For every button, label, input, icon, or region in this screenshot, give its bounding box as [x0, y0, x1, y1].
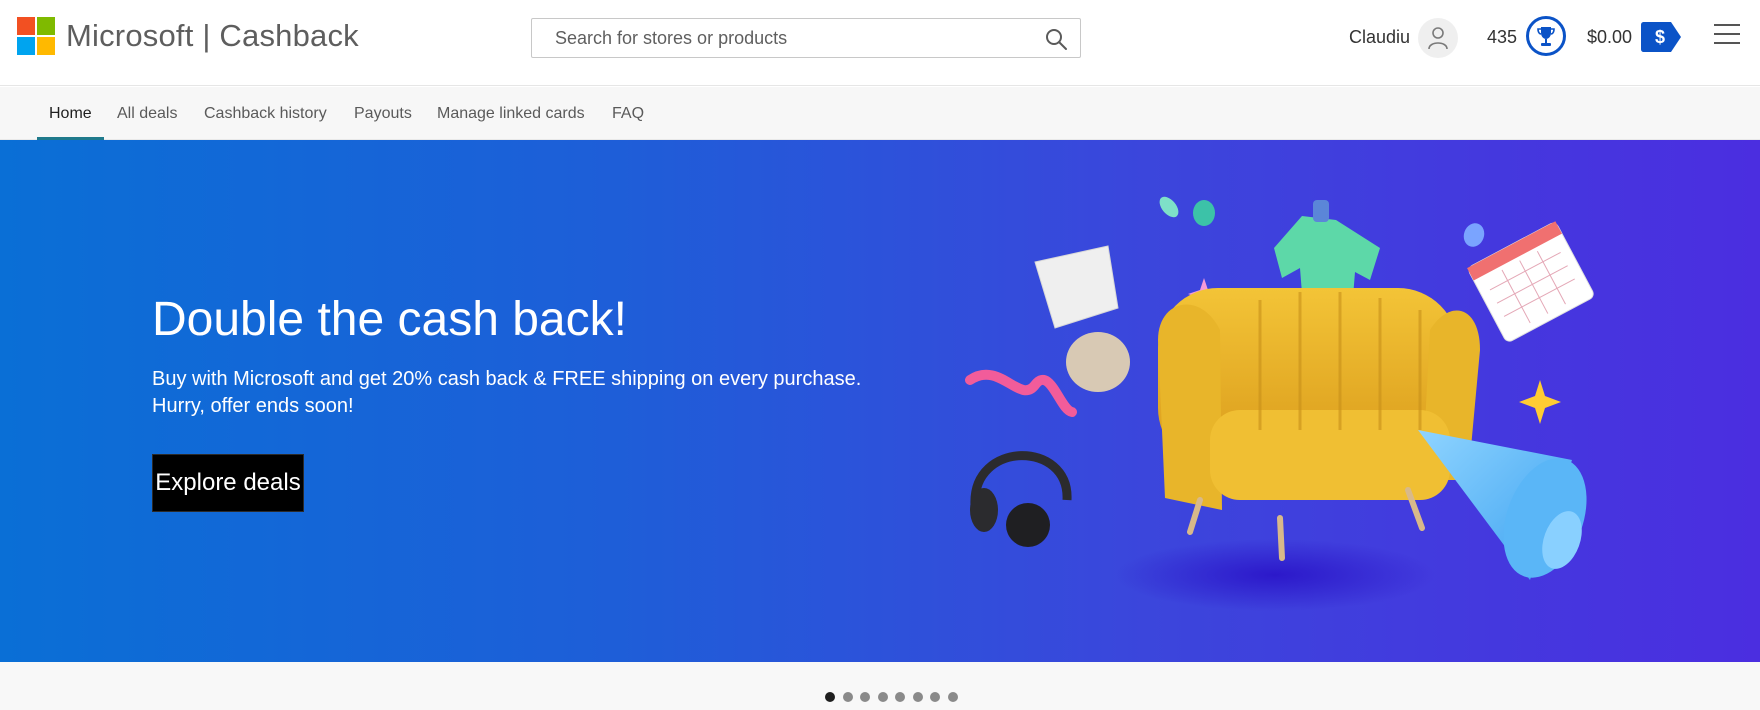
sparkle-icon [1519, 380, 1561, 424]
ribbon-decoration [965, 369, 1077, 417]
search-bar [531, 18, 1081, 58]
section-nav: Home All deals Cashback history Payouts … [0, 87, 1760, 140]
hero-description-line-2: Hurry, offer ends soon! [152, 395, 354, 417]
carousel-dot-5[interactable] [895, 692, 905, 702]
rewards-button[interactable] [1526, 16, 1566, 56]
lamp-base [1066, 332, 1130, 392]
leaf-icon [1159, 196, 1179, 218]
carousel-dot-7[interactable] [930, 692, 940, 702]
lamp-shade [1034, 245, 1119, 329]
tab-manage-linked-cards[interactable]: Manage linked cards [437, 87, 585, 139]
carousel-dot-6[interactable] [912, 692, 923, 702]
explore-deals-button[interactable]: Explore deals [152, 454, 304, 512]
carousel-controls [0, 662, 1760, 710]
chair-shadow [1115, 539, 1435, 611]
user-name[interactable]: Claudiu [1349, 26, 1410, 48]
tab-payouts[interactable]: Payouts [354, 87, 412, 139]
top-header: Microsoft | Cashback Claudiu 435 $0.00 $ [0, 0, 1760, 86]
microsoft-logo-icon[interactable] [17, 17, 55, 55]
promo-illustration [965, 196, 1594, 611]
hero-banner: Double the cash back! Buy with Microsoft… [0, 140, 1760, 662]
carousel-dots [825, 692, 958, 702]
tab-faq[interactable]: FAQ [612, 87, 644, 139]
hero-description: Buy with Microsoft and get 20% cash back… [152, 366, 912, 420]
carousel-dot-1[interactable] [825, 692, 835, 702]
search-icon[interactable] [1044, 27, 1068, 51]
leaf-icon [1463, 223, 1485, 247]
cone-illustration [1418, 430, 1587, 580]
hamburger-menu-icon[interactable] [1714, 24, 1740, 46]
leaf-icon [1193, 200, 1215, 226]
trophy-icon [1537, 27, 1555, 46]
avatar[interactable] [1418, 18, 1458, 58]
rewards-points: 435 [1487, 27, 1518, 47]
carousel-dot-8[interactable] [947, 692, 958, 702]
carousel-dot-2[interactable] [842, 692, 853, 702]
tab-all-deals[interactable]: All deals [117, 87, 177, 139]
person-icon [1428, 27, 1448, 50]
tab-cashback-history[interactable]: Cashback history [204, 87, 327, 139]
cashback-balance: $0.00 [1587, 27, 1633, 47]
cashback-balance-button[interactable]: $ [1641, 22, 1681, 52]
tab-home[interactable]: Home [37, 87, 104, 140]
brand-title[interactable]: Microsoft | Cashback [66, 17, 359, 55]
hero-title: Double the cash back! [152, 293, 627, 346]
hero-description-line-1: Buy with Microsoft and get 20% cash back… [152, 368, 862, 390]
carousel-dot-3[interactable] [860, 692, 870, 702]
armchair-illustration [1158, 288, 1480, 561]
search-input[interactable] [533, 20, 1023, 56]
dollar-symbol: $ [1654, 27, 1665, 47]
calendar-icon [1467, 221, 1594, 342]
carousel-dot-4[interactable] [877, 692, 888, 702]
